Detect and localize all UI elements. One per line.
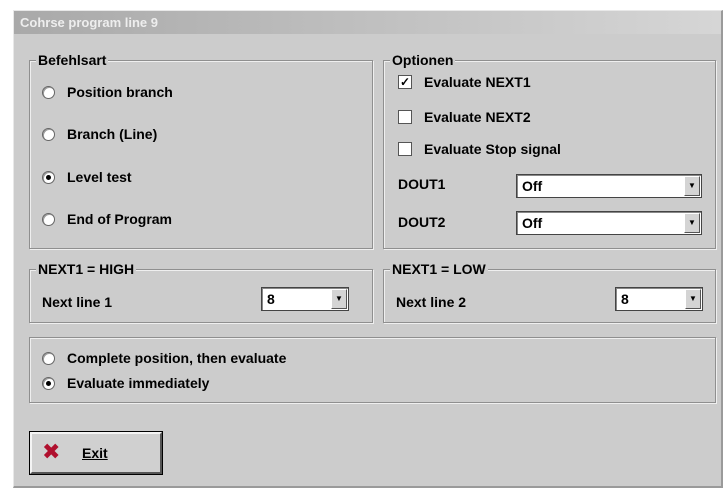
exit-button-label: Exit	[82, 445, 108, 461]
checkmark-icon[interactable]: ✓	[398, 75, 412, 89]
radio-indicator[interactable]	[42, 212, 55, 226]
check-evaluate-stop[interactable]: Evaluate Stop signal	[398, 141, 561, 157]
dout1-value: Off	[522, 178, 543, 194]
next-line-1-select[interactable]: 8 ▼	[261, 287, 349, 311]
radio-indicator[interactable]	[42, 376, 55, 390]
checkbox-label: Evaluate NEXT2	[424, 109, 531, 125]
radio-indicator[interactable]	[42, 170, 55, 184]
dout1-select[interactable]: Off ▼	[516, 174, 702, 198]
chevron-down-icon[interactable]: ▼	[331, 289, 347, 309]
next-line-1-label: Next line 1	[42, 294, 113, 310]
checkbox-box[interactable]	[398, 110, 412, 124]
check-evaluate-next1[interactable]: ✓ Evaluate NEXT1	[398, 74, 531, 90]
radio-label: Evaluate immediately	[67, 375, 210, 391]
radio-position-branch[interactable]: Position branch	[42, 84, 173, 100]
title-bar: Cohrse program line 9	[14, 11, 721, 34]
radio-label: Branch (Line)	[67, 126, 158, 142]
next-low-legend: NEXT1 = LOW	[390, 261, 488, 277]
checkbox-label: Evaluate NEXT1	[424, 74, 531, 90]
radio-complete-position[interactable]: Complete position, then evaluate	[42, 350, 286, 366]
radio-level-test[interactable]: Level test	[42, 169, 132, 185]
radio-label: Level test	[67, 169, 132, 185]
dout2-value: Off	[522, 215, 543, 231]
chevron-down-icon[interactable]: ▼	[685, 289, 701, 309]
radio-evaluate-immediately[interactable]: Evaluate immediately	[42, 375, 209, 391]
exit-button[interactable]: ✖ Exit	[29, 431, 163, 475]
radio-label: End of Program	[67, 211, 173, 227]
radio-branch-line[interactable]: Branch (Line)	[42, 126, 157, 142]
program-line-dialog: Cohrse program line 9 Befehlsart Positio…	[13, 10, 723, 488]
next-line-1-value: 8	[267, 291, 275, 307]
check-evaluate-next2[interactable]: Evaluate NEXT2	[398, 109, 531, 125]
next-high-legend: NEXT1 = HIGH	[36, 261, 137, 277]
next-line-2-label: Next line 2	[396, 294, 467, 310]
radio-indicator[interactable]	[42, 351, 55, 365]
radio-indicator[interactable]	[42, 85, 55, 99]
close-icon: ✖	[42, 440, 61, 465]
next-low-group: NEXT1 = LOW Next line 2 8 ▼	[383, 261, 716, 323]
next-line-2-select[interactable]: 8 ▼	[615, 287, 703, 311]
radio-label: Position branch	[67, 84, 173, 100]
next-line-2-value: 8	[621, 291, 629, 307]
optionen-group: Optionen ✓ Evaluate NEXT1 Evaluate NEXT2…	[383, 52, 716, 249]
radio-end-of-program[interactable]: End of Program	[42, 211, 172, 227]
dout1-label: DOUT1	[398, 176, 446, 192]
evaluation-group: Complete position, then evaluate Evaluat…	[29, 337, 716, 403]
checkbox-label: Evaluate Stop signal	[424, 141, 561, 157]
dout2-label: DOUT2	[398, 214, 446, 230]
radio-indicator[interactable]	[42, 127, 55, 141]
befehlsart-group: Befehlsart Position branch Branch (Line)…	[29, 52, 373, 249]
optionen-legend: Optionen	[390, 52, 456, 68]
checkbox-box[interactable]	[398, 142, 412, 156]
next-high-group: NEXT1 = HIGH Next line 1 8 ▼	[29, 261, 373, 323]
dout2-select[interactable]: Off ▼	[516, 211, 702, 235]
chevron-down-icon[interactable]: ▼	[684, 176, 700, 196]
chevron-down-icon[interactable]: ▼	[684, 213, 700, 233]
befehlsart-legend: Befehlsart	[36, 52, 109, 68]
radio-label: Complete position, then evaluate	[67, 350, 287, 366]
